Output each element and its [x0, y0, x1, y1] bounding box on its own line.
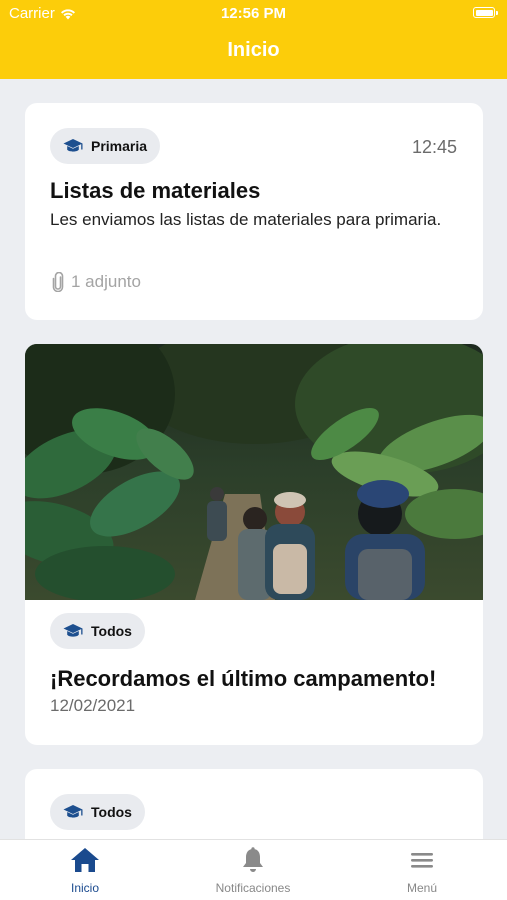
tab-notificaciones-label: Notificaciones: [215, 881, 291, 895]
menu-icon: [411, 853, 433, 868]
forest-hikers-photo: [25, 344, 483, 600]
app-header: Carrier 12:56 PM Inicio: [0, 0, 507, 79]
graduation-cap-icon: [63, 624, 83, 637]
tab-inicio-label: Inicio: [70, 881, 99, 895]
audience-tag: Todos: [50, 794, 145, 830]
tab-menu[interactable]: Menú: [362, 847, 482, 895]
home-icon: [71, 848, 99, 872]
audience-tag-label: Todos: [91, 623, 132, 639]
post-title: ¡Recordamos el último campamento!: [50, 666, 437, 691]
attachment-count[interactable]: 1 adjunto: [52, 272, 141, 292]
post-time: 12:45: [411, 137, 457, 157]
audience-tag-label: Todos: [91, 804, 132, 820]
post-date: 12/02/2021: [50, 696, 136, 715]
feed-item[interactable]: Todos ¡Recordamos el último campamento! …: [25, 344, 483, 745]
battery-icon: [473, 7, 498, 18]
feed-item[interactable]: Primaria 12:45 Listas de materiales Les …: [25, 103, 483, 320]
audience-tag: Todos: [50, 613, 145, 649]
tab-notificaciones[interactable]: Notificaciones: [193, 847, 313, 895]
page-title: Inicio: [227, 39, 280, 61]
tab-inicio[interactable]: Inicio: [25, 847, 145, 895]
paperclip-icon: [52, 272, 64, 292]
status-bar: Carrier 12:56 PM: [0, 0, 507, 28]
audience-tag-label: Primaria: [91, 138, 148, 154]
attachment-label: 1 adjunto: [71, 272, 141, 291]
bottom-tab-bar: Inicio Notificaciones Menú: [0, 839, 507, 900]
graduation-cap-icon: [63, 139, 83, 152]
tab-menu-label: Menú: [406, 881, 438, 895]
bell-icon: [243, 847, 263, 872]
graduation-cap-icon: [63, 805, 83, 818]
post-body: Les enviamos las listas de materiales pa…: [50, 210, 442, 229]
audience-tag: Primaria: [50, 128, 161, 164]
post-title: Listas de materiales: [50, 178, 261, 203]
status-time: 12:56 PM: [220, 5, 287, 22]
